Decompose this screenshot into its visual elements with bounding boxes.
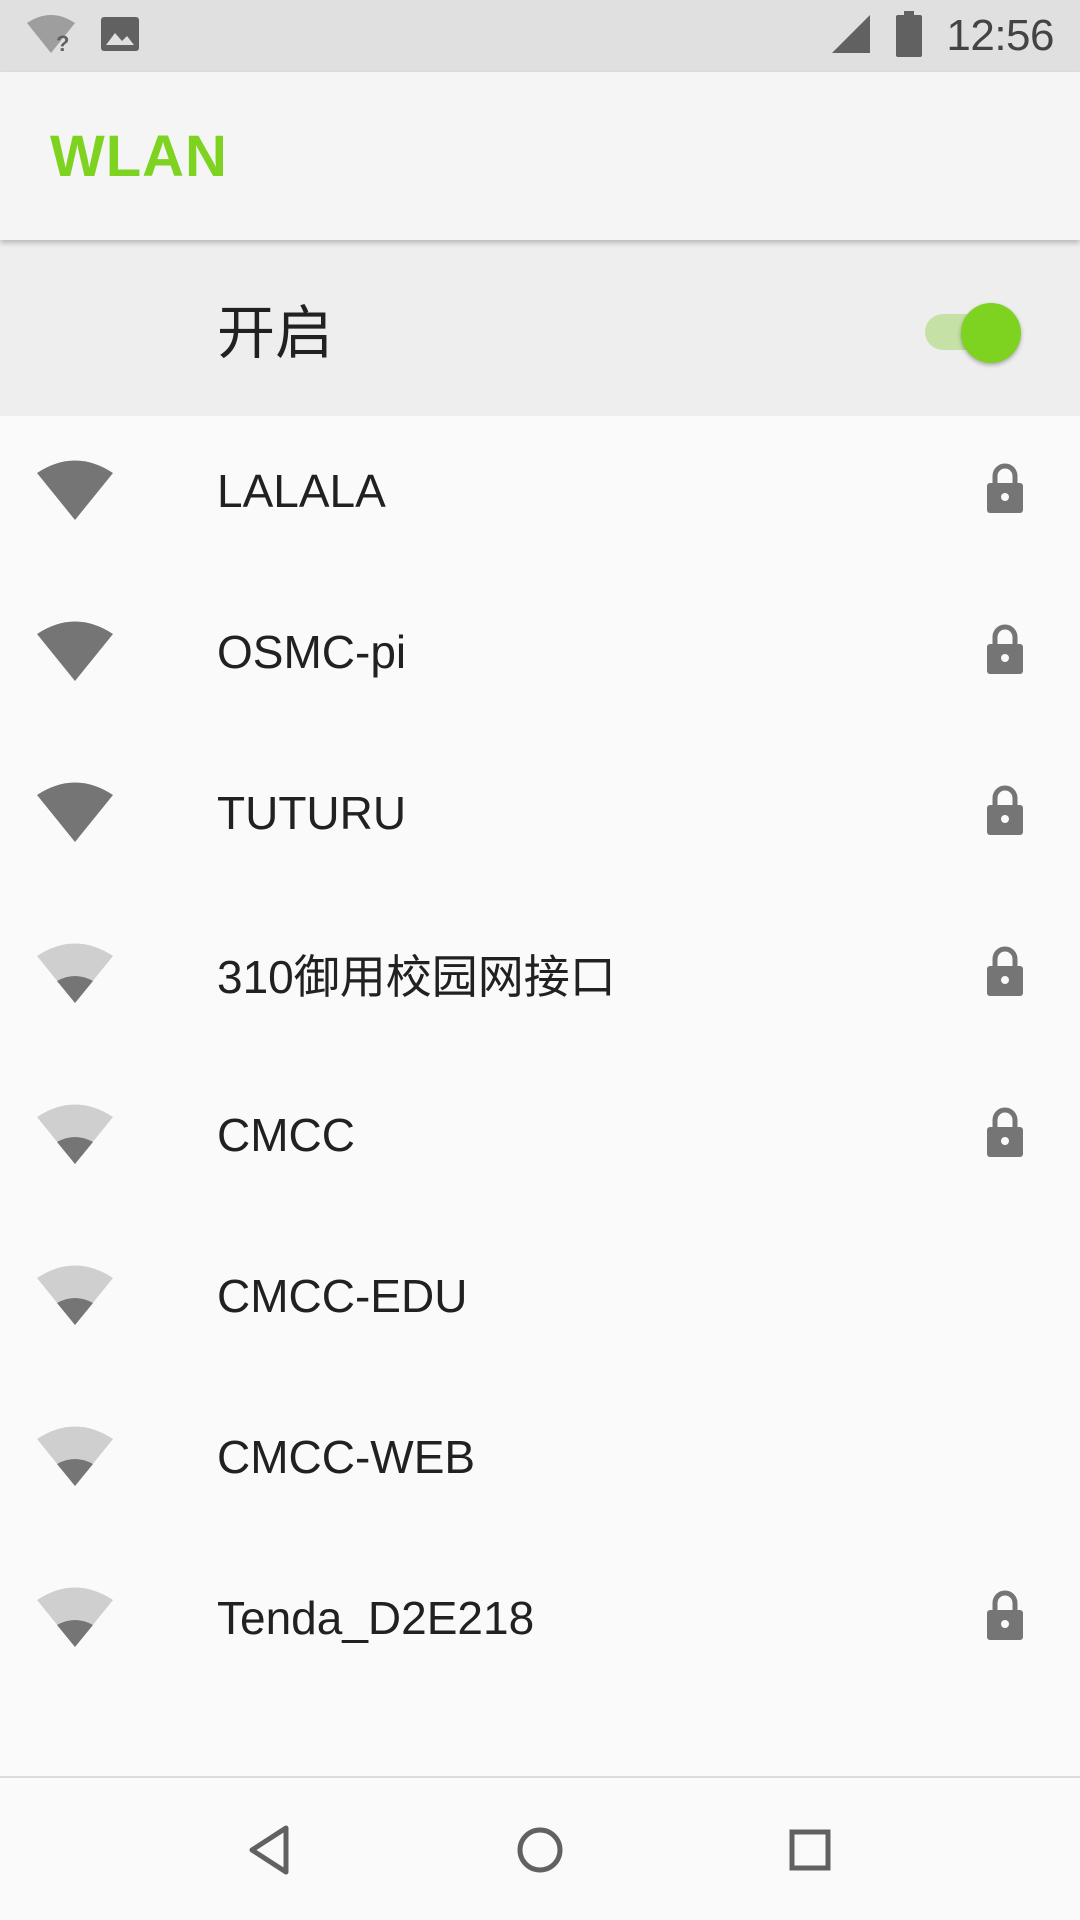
svg-text:?: ?: [56, 31, 69, 55]
network-ssid: TUTURU: [217, 786, 407, 839]
network-item[interactable]: 310御用校园网接口: [0, 893, 1080, 1054]
wifi-signal-strong-icon: [36, 460, 114, 522]
page-title: WLAN: [50, 123, 228, 189]
status-bar: ? 12:56: [0, 0, 1080, 72]
wifi-signal-weak-icon: [36, 1265, 114, 1327]
recents-icon[interactable]: [774, 1814, 846, 1886]
network-ssid: CMCC: [217, 1108, 355, 1161]
wifi-signal-weak-icon: [36, 943, 114, 1005]
network-ssid: Tenda_D2E218: [217, 1591, 535, 1644]
network-item[interactable]: Tenda_D2E218: [0, 1537, 1080, 1698]
network-item[interactable]: TUTURU: [0, 732, 1080, 893]
wifi-signal-strong-icon: [36, 621, 114, 683]
lock-icon: [985, 1589, 1025, 1641]
cell-signal-icon: [830, 13, 872, 60]
wifi-signal-weak-icon: [36, 1587, 114, 1649]
lock-icon: [985, 623, 1025, 675]
wifi-signal-weak-icon: [36, 1104, 114, 1166]
wifi-signal-strong-icon: [36, 782, 114, 844]
master-switch-label: 开启: [217, 301, 334, 366]
lock-icon: [985, 462, 1025, 514]
network-ssid: CMCC-WEB: [217, 1430, 476, 1483]
app-bar: WLAN: [0, 72, 1080, 240]
lock-icon: [985, 784, 1025, 836]
network-ssid: CMCC-EDU: [217, 1269, 468, 1322]
wlan-toggle[interactable]: [925, 303, 1021, 363]
lock-icon: [985, 1106, 1025, 1158]
wlan-master-switch-row[interactable]: 开启: [0, 240, 1080, 416]
network-ssid: OSMC-pi: [217, 625, 407, 678]
network-item[interactable]: LALALA: [0, 410, 1080, 571]
wifi-signal-weak-icon: [36, 1426, 114, 1488]
home-icon[interactable]: [504, 1814, 576, 1886]
back-icon[interactable]: [234, 1814, 306, 1886]
network-item[interactable]: CMCC-WEB: [0, 1376, 1080, 1537]
network-ssid: LALALA: [217, 464, 386, 517]
image-notification-icon: [100, 14, 140, 59]
network-item[interactable]: OSMC-pi: [0, 571, 1080, 732]
battery-icon: [896, 10, 923, 62]
status-time: 12:56: [946, 11, 1054, 60]
network-ssid: 310御用校园网接口: [217, 950, 616, 1003]
network-item[interactable]: CMCC: [0, 1054, 1080, 1215]
lock-icon: [985, 945, 1025, 997]
toggle-thumb: [961, 303, 1021, 363]
network-item[interactable]: CMCC-EDU: [0, 1215, 1080, 1376]
navigation-bar: [0, 1776, 1080, 1920]
wifi-unknown-icon: ?: [26, 13, 76, 60]
